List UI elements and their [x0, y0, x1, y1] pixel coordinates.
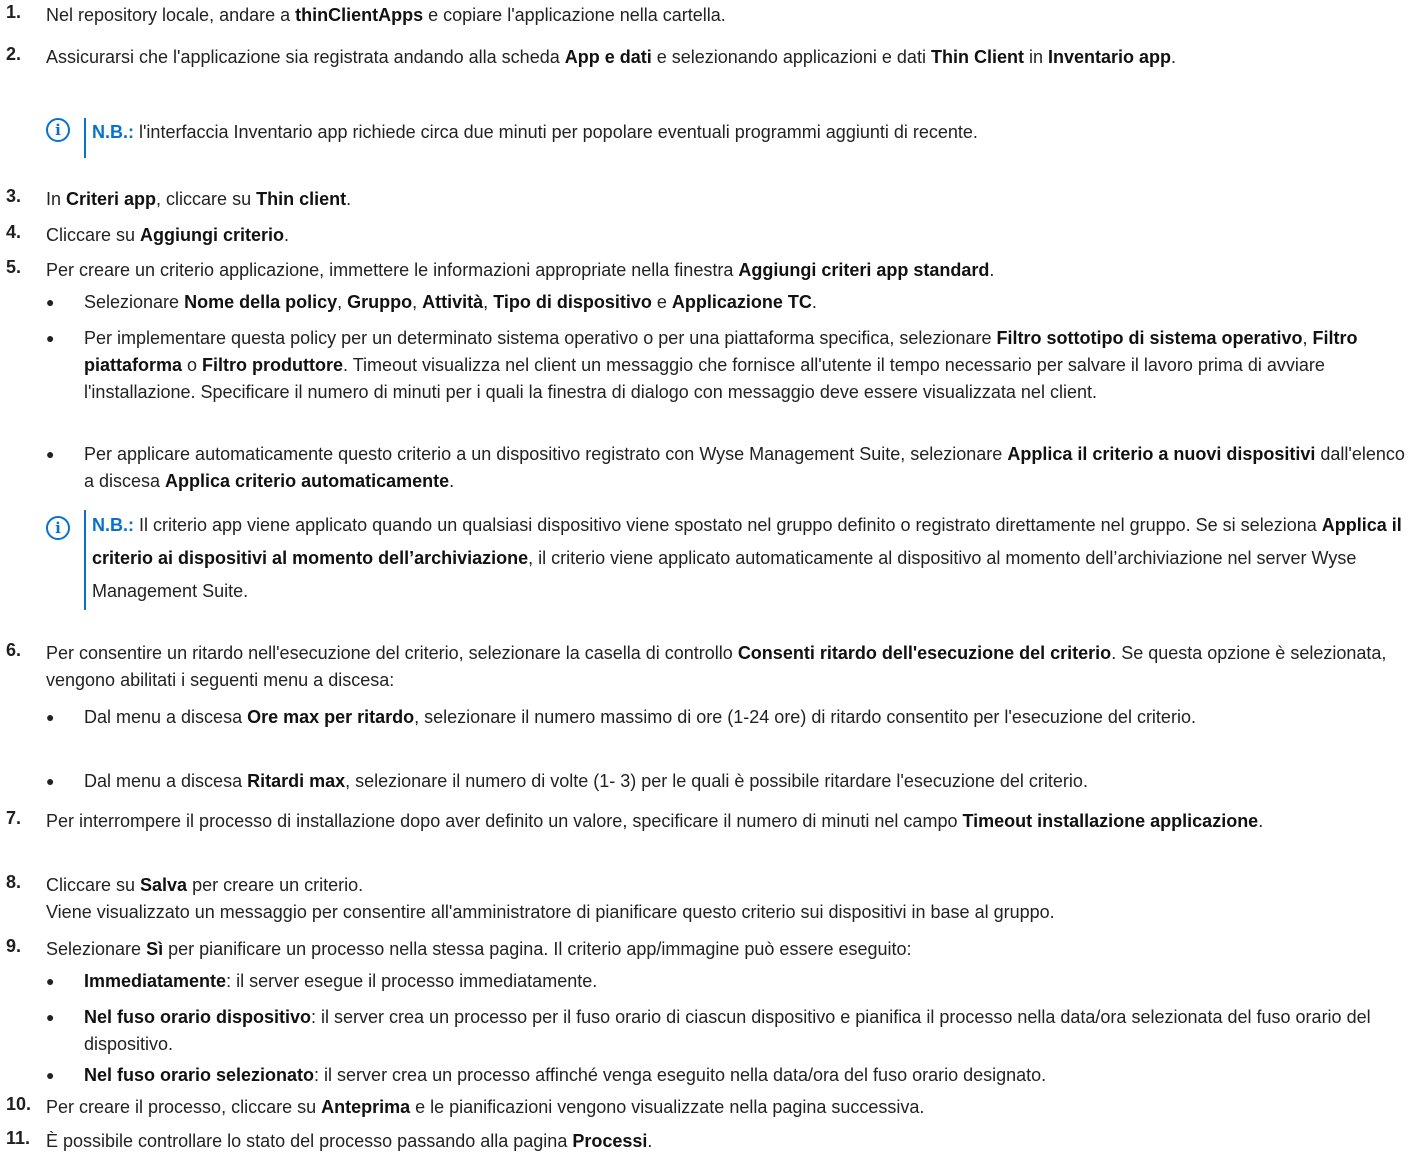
step-number: 4. — [6, 222, 22, 242]
bullet-icon: ● — [46, 709, 55, 725]
bullet-text: Selezionare Nome della policy, Gruppo, A… — [84, 292, 817, 312]
note-inventory: i N.B.: l'interfaccia Inventario app ric… — [46, 118, 1405, 158]
note-text: N.B.: l'interfaccia Inventario app richi… — [92, 122, 978, 142]
step-number: 6. — [6, 640, 22, 660]
info-icon: i — [46, 118, 70, 142]
note-accent-bar — [84, 510, 86, 610]
step-followup: Viene visualizzato un messaggio per cons… — [46, 902, 1055, 922]
bullet-text: Immediatamente: il server esegue il proc… — [84, 971, 598, 991]
note-label: N.B.: — [92, 122, 134, 142]
bullet-icon: ● — [46, 1067, 55, 1083]
info-icon: i — [46, 516, 70, 540]
bullet-text: Dal menu a discesa Ritardi max, selezion… — [84, 771, 1088, 791]
step-text: Per consentire un ritardo nell'esecuzion… — [46, 643, 1387, 690]
step-text: Per interrompere il processo di installa… — [46, 811, 1264, 831]
step-text: Cliccare su Aggiungi criterio. — [46, 225, 290, 245]
bullet-text: Per applicare automaticamente questo cri… — [84, 444, 1405, 491]
bullet-icon: ● — [46, 446, 55, 462]
step-number: 7. — [6, 808, 22, 828]
note-label: N.B.: — [92, 515, 134, 535]
bullet-text: Nel fuso orario selezionato: il server c… — [84, 1065, 1047, 1085]
bullet-icon: ● — [46, 294, 55, 310]
step-number: 10. — [6, 1094, 32, 1114]
step-text: Assicurarsi che l'applicazione sia regis… — [46, 47, 1177, 67]
step-number: 9. — [6, 936, 22, 956]
step-number: 2. — [6, 44, 22, 64]
step-text: È possibile controllare lo stato del pro… — [46, 1131, 653, 1151]
step-number: 8. — [6, 872, 22, 892]
note-accent-bar — [84, 118, 86, 158]
step-number: 3. — [6, 186, 22, 206]
bullet-text: Nel fuso orario dispositivo: il server c… — [84, 1007, 1371, 1054]
note-text: N.B.: Il criterio app viene applicato qu… — [92, 515, 1402, 601]
step-text: Per creare il processo, cliccare su Ante… — [46, 1097, 925, 1117]
bullet-icon: ● — [46, 330, 55, 346]
bullet-icon: ● — [46, 1009, 55, 1025]
bullet-text: Dal menu a discesa Ore max per ritardo, … — [84, 707, 1196, 727]
step-number: 5. — [6, 257, 22, 277]
step-text: In Criteri app, cliccare su Thin client. — [46, 189, 352, 209]
bullet-icon: ● — [46, 773, 55, 789]
bullet-text: Per implementare questa policy per un de… — [84, 328, 1358, 402]
bullet-icon: ● — [46, 973, 55, 989]
step-number: 1. — [6, 2, 22, 22]
step-number: 11. — [6, 1128, 31, 1148]
step-text: Nel repository locale, andare a thinClie… — [46, 5, 726, 25]
note-app-policy: i N.B.: Il criterio app viene applicato … — [46, 510, 1405, 610]
step-text: Per creare un criterio applicazione, imm… — [46, 260, 995, 280]
step-text: Selezionare Sì per pianificare un proces… — [46, 939, 912, 959]
step-text: Cliccare su Salva per creare un criterio… — [46, 875, 1055, 922]
